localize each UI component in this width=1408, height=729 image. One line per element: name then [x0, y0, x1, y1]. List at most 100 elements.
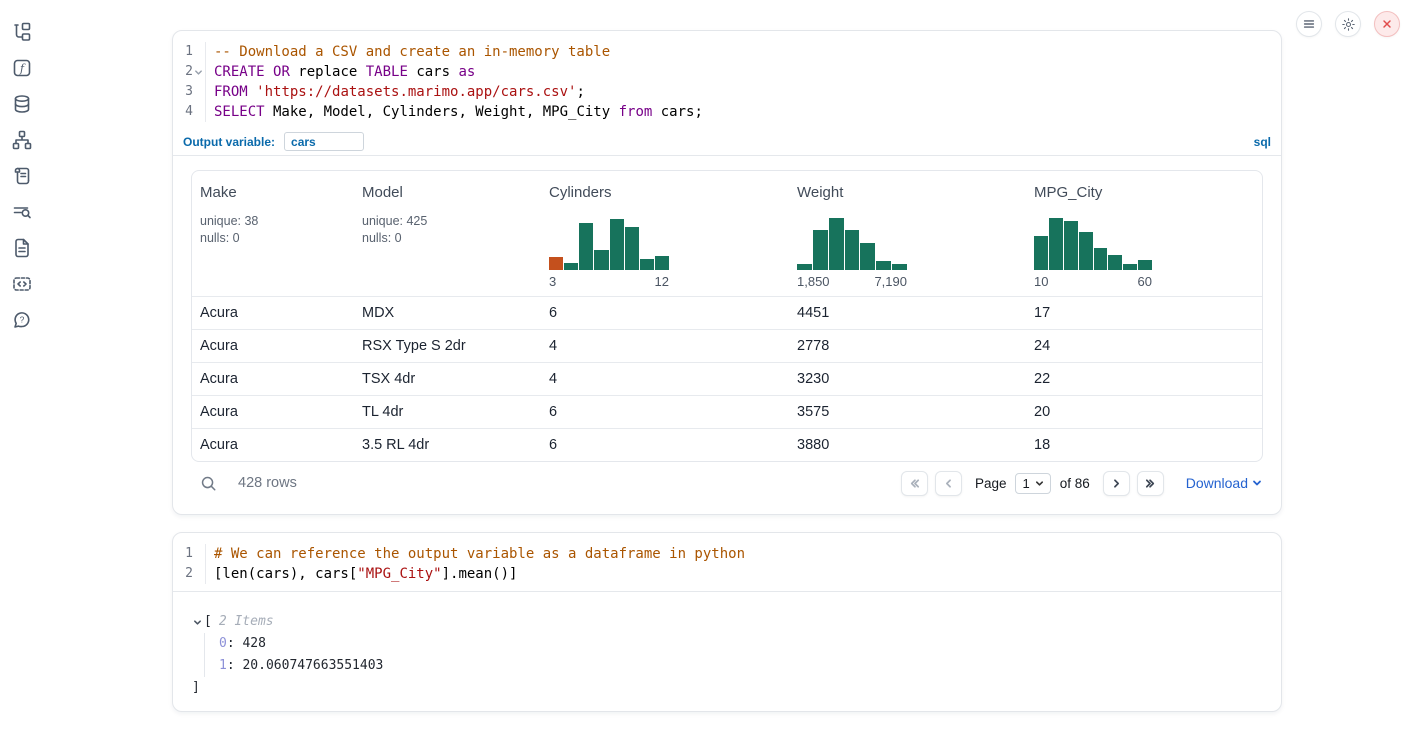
- column-header: Weight 1,8507,190: [797, 184, 1034, 289]
- table-cell: 4: [549, 338, 797, 354]
- column-name[interactable]: Weight: [797, 184, 1034, 201]
- table-row: AcuraMDX6445117: [192, 296, 1262, 329]
- chevron-down-icon: [1252, 478, 1262, 488]
- dependency-graph-icon[interactable]: [12, 130, 32, 150]
- histogram-bar: [813, 230, 828, 270]
- next-page-button[interactable]: [1103, 471, 1130, 496]
- output-variable-label: Output variable:: [183, 135, 275, 149]
- python-output: [ 2 Items 0: 4281: 20.060747663551403 ]: [173, 592, 1281, 712]
- column-header: Modelunique: 425nulls: 0: [362, 184, 549, 289]
- column-header: Make unique: 38nulls: 0: [200, 184, 362, 289]
- tree-close-row: ]: [191, 677, 1263, 699]
- svg-text:?: ?: [20, 315, 25, 325]
- histogram-bar: [549, 257, 563, 270]
- histogram-bar: [1079, 232, 1093, 270]
- column-header: Cylinders 312: [549, 184, 797, 289]
- histogram-max-label: 60: [1138, 274, 1152, 289]
- tree-item-separator: :: [227, 655, 243, 677]
- table-cell: 24: [1034, 338, 1262, 354]
- table-cell: 4: [549, 371, 797, 387]
- menu-button[interactable]: [1296, 11, 1322, 37]
- histogram-bars: [549, 215, 669, 270]
- documentation-icon[interactable]: [12, 238, 32, 258]
- column-name[interactable]: Make: [200, 184, 362, 201]
- table-body: AcuraMDX6445117AcuraRSX Type S 2dr427782…: [192, 296, 1262, 461]
- histogram-bar: [1049, 218, 1063, 270]
- histogram-bar: [579, 223, 593, 270]
- page-label: Page: [975, 476, 1007, 491]
- topbar-controls: [1296, 11, 1400, 37]
- file-explorer-icon[interactable]: [12, 22, 32, 42]
- histogram-min-label: 3: [549, 274, 556, 289]
- histogram-bar: [625, 227, 639, 270]
- histogram-bar: [1138, 260, 1152, 270]
- tree-item-value: 428: [242, 633, 265, 655]
- page-select[interactable]: 1: [1015, 473, 1050, 494]
- table-cell: 4451: [797, 305, 1034, 321]
- histogram-bar: [829, 218, 844, 270]
- datasources-icon[interactable]: [12, 94, 32, 114]
- line-number: 4: [173, 102, 206, 122]
- chevron-down-icon: [1035, 479, 1044, 488]
- output-variable-input[interactable]: [284, 132, 364, 151]
- table-cell: 22: [1034, 371, 1262, 387]
- histogram-bars: [797, 215, 907, 270]
- help-icon[interactable]: ?: [12, 310, 32, 330]
- column-name[interactable]: Model: [362, 184, 549, 201]
- table-cell: MDX: [362, 305, 549, 321]
- download-button[interactable]: Download: [1186, 475, 1262, 491]
- histogram-bar: [845, 230, 860, 270]
- histogram-bar: [1094, 248, 1108, 270]
- table-cell: 2778: [797, 338, 1034, 354]
- collapse-chevron-icon[interactable]: [191, 616, 203, 628]
- histogram-axis-labels: 1,8507,190: [797, 274, 907, 289]
- first-page-button[interactable]: [901, 471, 928, 496]
- sidebar: f ?: [0, 0, 44, 729]
- sql-code-editor[interactable]: 1-- Download a CSV and create an in-memo…: [173, 31, 1281, 128]
- column-header: MPG_City 1060: [1034, 184, 1262, 289]
- column-stat-line: unique: 425: [362, 213, 549, 230]
- functions-icon[interactable]: f: [12, 58, 32, 78]
- last-page-button[interactable]: [1137, 471, 1164, 496]
- search-icon[interactable]: [198, 473, 218, 493]
- column-histogram: 1060: [1034, 215, 1152, 289]
- logs-icon[interactable]: [12, 166, 32, 186]
- page-select-value: 1: [1022, 476, 1029, 491]
- table-header-row: Make unique: 38nulls: 0Model unique: 425nu…: [192, 171, 1262, 296]
- data-table: Make unique: 38nulls: 0Model unique: 425nu…: [191, 170, 1263, 462]
- column-name[interactable]: Cylinders: [549, 184, 797, 201]
- table-cell: Acura: [200, 404, 362, 420]
- table-row: AcuraRSX Type S 2dr4277824: [192, 329, 1262, 362]
- column-histogram: 1,8507,190: [797, 215, 907, 289]
- tree-root-row: [ 2 Items: [191, 611, 1263, 633]
- column-name[interactable]: MPG_City: [1034, 184, 1262, 201]
- table-cell: 18: [1034, 437, 1262, 453]
- fold-chevron-icon[interactable]: [193, 67, 204, 78]
- tree-item: 0: 428: [219, 633, 1263, 655]
- table-row: Acura3.5 RL 4dr6388018: [192, 428, 1262, 461]
- settings-button[interactable]: [1335, 11, 1361, 37]
- histogram-bar: [594, 250, 608, 270]
- row-count: 428 rows: [238, 475, 297, 491]
- table-cell: 3230: [797, 371, 1034, 387]
- column-histogram: 312: [549, 215, 669, 289]
- column-stat-line: nulls: 0: [200, 230, 362, 247]
- table-cell: RSX Type S 2dr: [362, 338, 549, 354]
- table-cell: Acura: [200, 437, 362, 453]
- histogram-bar: [797, 264, 812, 270]
- shutdown-button[interactable]: [1374, 11, 1400, 37]
- table-row: AcuraTL 4dr6357520: [192, 395, 1262, 428]
- histogram-bar: [610, 219, 624, 270]
- table-cell: 3880: [797, 437, 1034, 453]
- python-code-editor[interactable]: 1# We can reference the output variable …: [173, 533, 1281, 592]
- histogram-bar: [640, 259, 654, 270]
- bracket-close: ]: [192, 677, 200, 699]
- snippets-icon[interactable]: [12, 274, 32, 294]
- histogram-bar: [655, 256, 669, 270]
- table-cell: TL 4dr: [362, 404, 549, 420]
- histogram-bar: [1064, 221, 1078, 270]
- previous-page-button[interactable]: [935, 471, 962, 496]
- outline-search-icon[interactable]: [12, 202, 32, 222]
- column-stats: unique: 38nulls: 0: [200, 213, 362, 246]
- histogram-bar: [1108, 255, 1122, 270]
